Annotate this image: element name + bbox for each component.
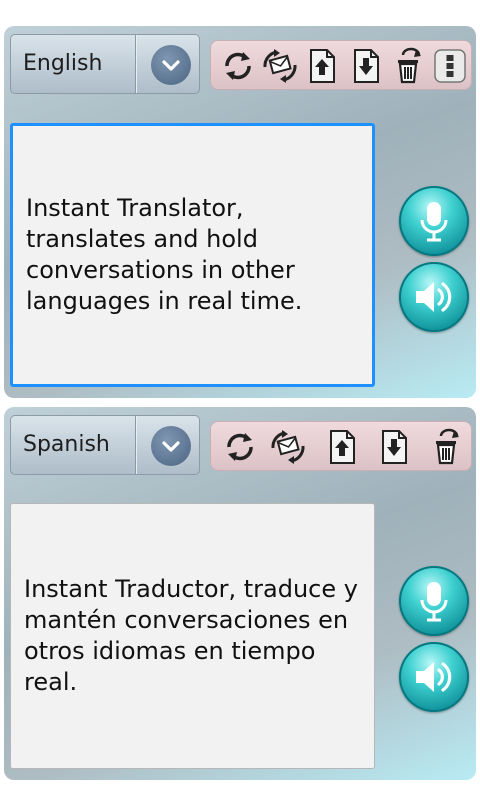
target-text-area[interactable]: Instant Traductor, traduce y mantén conv… xyxy=(10,503,375,769)
trash-icon[interactable] xyxy=(389,47,427,85)
microphone-icon xyxy=(420,582,448,622)
upload-icon[interactable] xyxy=(303,47,341,85)
source-panel: English Instant Translator, translates a… xyxy=(4,26,476,398)
refresh-icon[interactable] xyxy=(219,47,257,85)
refresh-icon[interactable] xyxy=(221,428,259,466)
source-language-select[interactable]: English xyxy=(10,34,200,94)
envelope-swap-icon[interactable] xyxy=(269,428,307,466)
target-panel: Spanish Instant Traductor, traduce y man… xyxy=(4,407,476,780)
upload-icon[interactable] xyxy=(323,428,361,466)
target-speaker-button[interactable] xyxy=(399,642,469,712)
select-divider xyxy=(135,35,136,93)
target-language-select[interactable]: Spanish xyxy=(10,415,200,475)
target-text: Instant Traductor, traduce y mantén conv… xyxy=(24,575,358,696)
select-divider xyxy=(135,416,136,474)
target-microphone-button[interactable] xyxy=(399,566,469,636)
download-icon[interactable] xyxy=(375,428,413,466)
chevron-down-icon[interactable] xyxy=(151,45,191,85)
more-vertical-icon[interactable] xyxy=(431,47,469,85)
microphone-icon xyxy=(420,202,448,242)
source-toolbar xyxy=(210,40,472,90)
source-speaker-button[interactable] xyxy=(399,262,469,332)
target-language-label: Spanish xyxy=(23,432,110,457)
source-text: Instant Translator, translates and hold … xyxy=(26,194,303,315)
speaker-icon xyxy=(416,282,452,312)
chevron-down-icon[interactable] xyxy=(151,426,191,466)
source-language-label: English xyxy=(23,51,103,76)
source-text-area[interactable]: Instant Translator, translates and hold … xyxy=(10,123,375,387)
source-microphone-button[interactable] xyxy=(399,186,469,256)
speaker-icon xyxy=(416,662,452,692)
target-toolbar xyxy=(210,421,472,471)
download-icon[interactable] xyxy=(347,47,385,85)
envelope-swap-icon[interactable] xyxy=(261,47,299,85)
trash-icon[interactable] xyxy=(427,428,465,466)
